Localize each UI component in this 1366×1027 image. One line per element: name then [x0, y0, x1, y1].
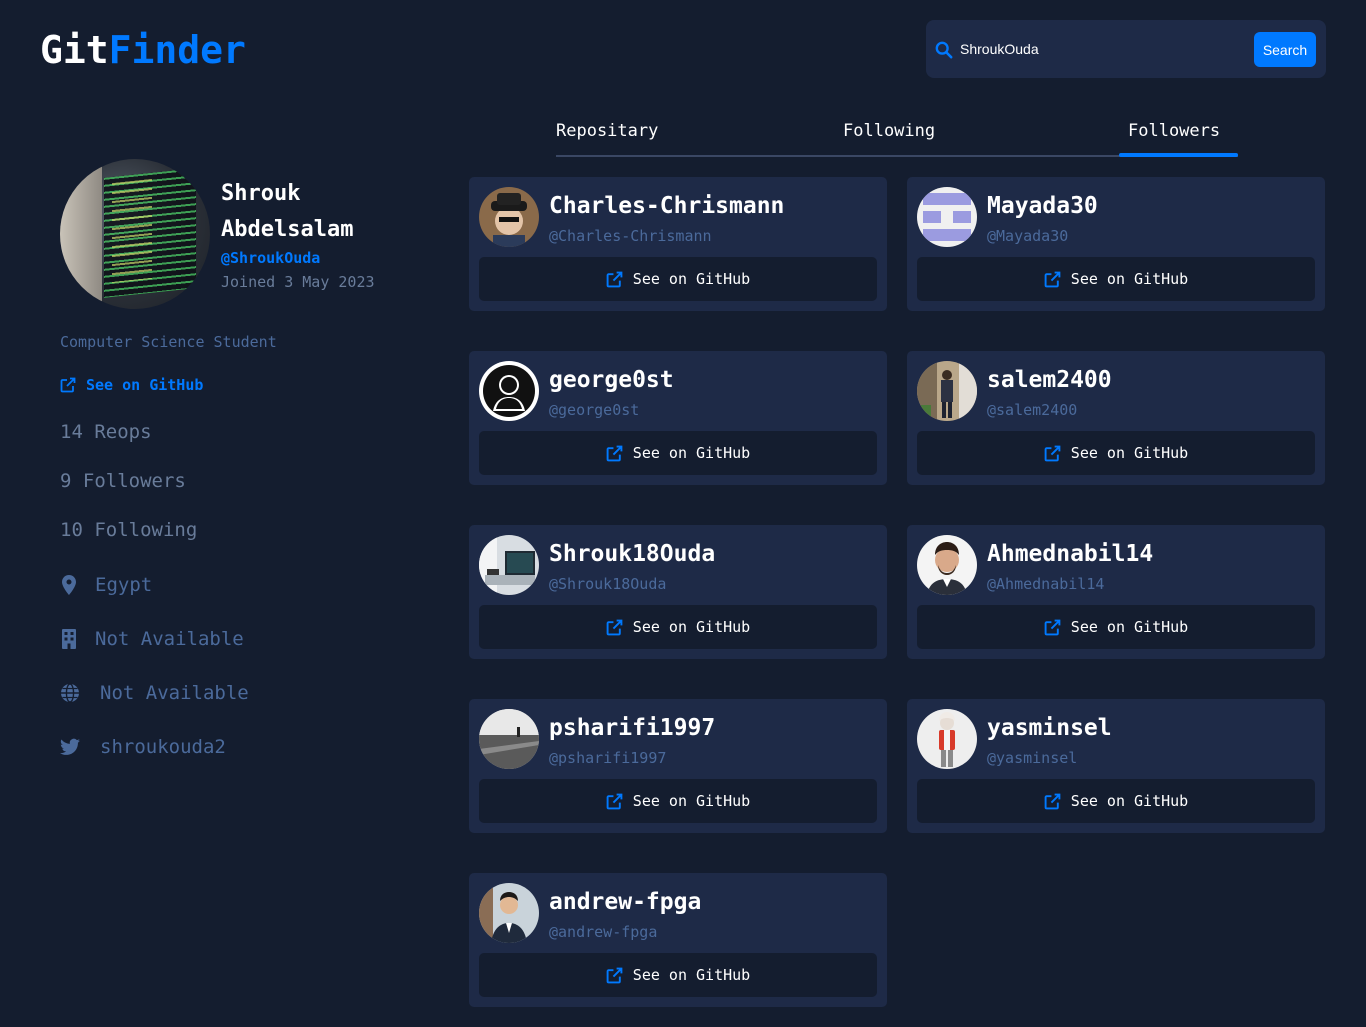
- follower-avatar: [479, 361, 539, 421]
- twitter-icon: [60, 738, 80, 755]
- location-text: Egypt: [95, 574, 153, 596]
- tab-following[interactable]: Following: [843, 121, 935, 141]
- follower-name: salem2400: [987, 367, 1112, 393]
- follower-card: Ahmednabil14 @Ahmednabil14 See on GitHub: [907, 525, 1325, 659]
- follower-handle: @george0st: [549, 401, 640, 419]
- follower-card: Shrouk18Ouda @Shrouk18Ouda See on GitHub: [469, 525, 887, 659]
- follower-name: yasminsel: [987, 715, 1112, 741]
- follower-avatar: [479, 883, 539, 943]
- twitter-row[interactable]: shroukouda2: [60, 736, 226, 758]
- see-on-github-button[interactable]: See on GitHub: [479, 605, 877, 649]
- search-icon: [935, 41, 953, 59]
- follower-card: psharifi1997 @psharifi1997 See on GitHub: [469, 699, 887, 833]
- follower-name: Mayada30: [987, 193, 1098, 219]
- external-link-icon: [1044, 271, 1061, 287]
- follower-handle: @salem2400: [987, 401, 1078, 419]
- see-on-github-button[interactable]: See on GitHub: [917, 257, 1315, 301]
- follower-avatar: [479, 187, 539, 247]
- search-bar: Search: [926, 20, 1326, 78]
- follower-avatar: [917, 187, 977, 247]
- profile-joined-date: Joined 3 May 2023: [221, 273, 375, 291]
- profile-bio: Computer Science Student: [60, 333, 277, 351]
- building-icon: [62, 629, 76, 649]
- external-link-icon: [60, 377, 76, 393]
- search-input[interactable]: [960, 36, 1160, 62]
- follower-avatar: [917, 361, 977, 421]
- blog-row[interactable]: Not Available: [60, 682, 249, 704]
- profile-avatar: [60, 159, 210, 309]
- tab-repositary[interactable]: Repositary: [556, 121, 658, 141]
- profile-github-label: See on GitHub: [86, 376, 204, 394]
- follower-handle: @Shrouk18Ouda: [549, 575, 667, 593]
- see-on-github-label: See on GitHub: [1070, 270, 1189, 288]
- see-on-github-button[interactable]: See on GitHub: [917, 431, 1315, 475]
- follower-handle: @Charles-Chrismann: [549, 227, 712, 245]
- see-on-github-label: See on GitHub: [632, 966, 751, 984]
- follower-avatar: [917, 709, 977, 769]
- follower-name: Charles-Chrismann: [549, 193, 785, 219]
- location-pin-icon: [62, 575, 76, 595]
- follower-name: Shrouk18Ouda: [549, 541, 716, 567]
- active-tab-indicator: [1119, 153, 1238, 157]
- follower-handle: @psharifi1997: [549, 749, 667, 767]
- follower-name: andrew-fpga: [549, 889, 702, 915]
- logo-finder-text: Finder: [108, 28, 246, 72]
- see-on-github-button[interactable]: See on GitHub: [917, 779, 1315, 823]
- twitter-text: shroukouda2: [100, 736, 226, 758]
- follower-handle: @yasminsel: [987, 749, 1078, 767]
- follower-avatar: [479, 535, 539, 595]
- company-text: Not Available: [95, 628, 244, 650]
- external-link-icon: [606, 619, 623, 635]
- profile-github-link[interactable]: See on GitHub: [60, 376, 203, 394]
- follower-card: Mayada30 @Mayada30 See on GitHub: [907, 177, 1325, 311]
- tab-followers[interactable]: Followers: [1128, 121, 1220, 141]
- see-on-github-button[interactable]: See on GitHub: [917, 605, 1315, 649]
- follower-card: yasminsel @yasminsel See on GitHub: [907, 699, 1325, 833]
- external-link-icon: [1044, 445, 1061, 461]
- app-logo[interactable]: GitFinder: [40, 28, 246, 72]
- external-link-icon: [606, 445, 623, 461]
- follower-card: salem2400 @salem2400 See on GitHub: [907, 351, 1325, 485]
- follower-name: Ahmednabil14: [987, 541, 1154, 567]
- profile-name: Shrouk Abdelsalam: [221, 181, 354, 242]
- see-on-github-label: See on GitHub: [1070, 792, 1189, 810]
- external-link-icon: [1044, 619, 1061, 635]
- see-on-github-label: See on GitHub: [1070, 444, 1189, 462]
- blog-text: Not Available: [100, 682, 249, 704]
- follower-handle: @andrew-fpga: [549, 923, 658, 941]
- search-button[interactable]: Search: [1254, 32, 1316, 67]
- follower-avatar: [479, 709, 539, 769]
- follower-avatar: [917, 535, 977, 595]
- see-on-github-button[interactable]: See on GitHub: [479, 257, 877, 301]
- follower-card: Charles-Chrismann @Charles-Chrismann See…: [469, 177, 887, 311]
- follower-name: psharifi1997: [549, 715, 716, 741]
- see-on-github-label: See on GitHub: [632, 444, 751, 462]
- location-row: Egypt: [60, 574, 152, 596]
- see-on-github-button[interactable]: See on GitHub: [479, 779, 877, 823]
- follower-card: george0st @george0st See on GitHub: [469, 351, 887, 485]
- followers-count: 9 Followers: [60, 470, 186, 492]
- external-link-icon: [606, 967, 623, 983]
- follower-name: george0st: [549, 367, 674, 393]
- see-on-github-label: See on GitHub: [632, 270, 751, 288]
- globe-icon: [61, 683, 79, 703]
- company-row: Not Available: [60, 628, 244, 650]
- see-on-github-label: See on GitHub: [632, 792, 751, 810]
- repos-count: 14 Reops: [60, 421, 152, 443]
- see-on-github-button[interactable]: See on GitHub: [479, 431, 877, 475]
- see-on-github-label: See on GitHub: [1070, 618, 1189, 636]
- see-on-github-label: See on GitHub: [632, 618, 751, 636]
- external-link-icon: [606, 793, 623, 809]
- logo-git-text: Git: [40, 28, 109, 72]
- external-link-icon: [606, 271, 623, 287]
- follower-handle: @Mayada30: [987, 227, 1069, 245]
- follower-card: andrew-fpga @andrew-fpga See on GitHub: [469, 873, 887, 1007]
- see-on-github-button[interactable]: See on GitHub: [479, 953, 877, 997]
- profile-login[interactable]: @ShroukOuda: [221, 249, 320, 267]
- follower-handle: @Ahmednabil14: [987, 575, 1105, 593]
- following-count: 10 Following: [60, 519, 198, 541]
- tab-bar: Repositary Following Followers: [556, 109, 1238, 157]
- external-link-icon: [1044, 793, 1061, 809]
